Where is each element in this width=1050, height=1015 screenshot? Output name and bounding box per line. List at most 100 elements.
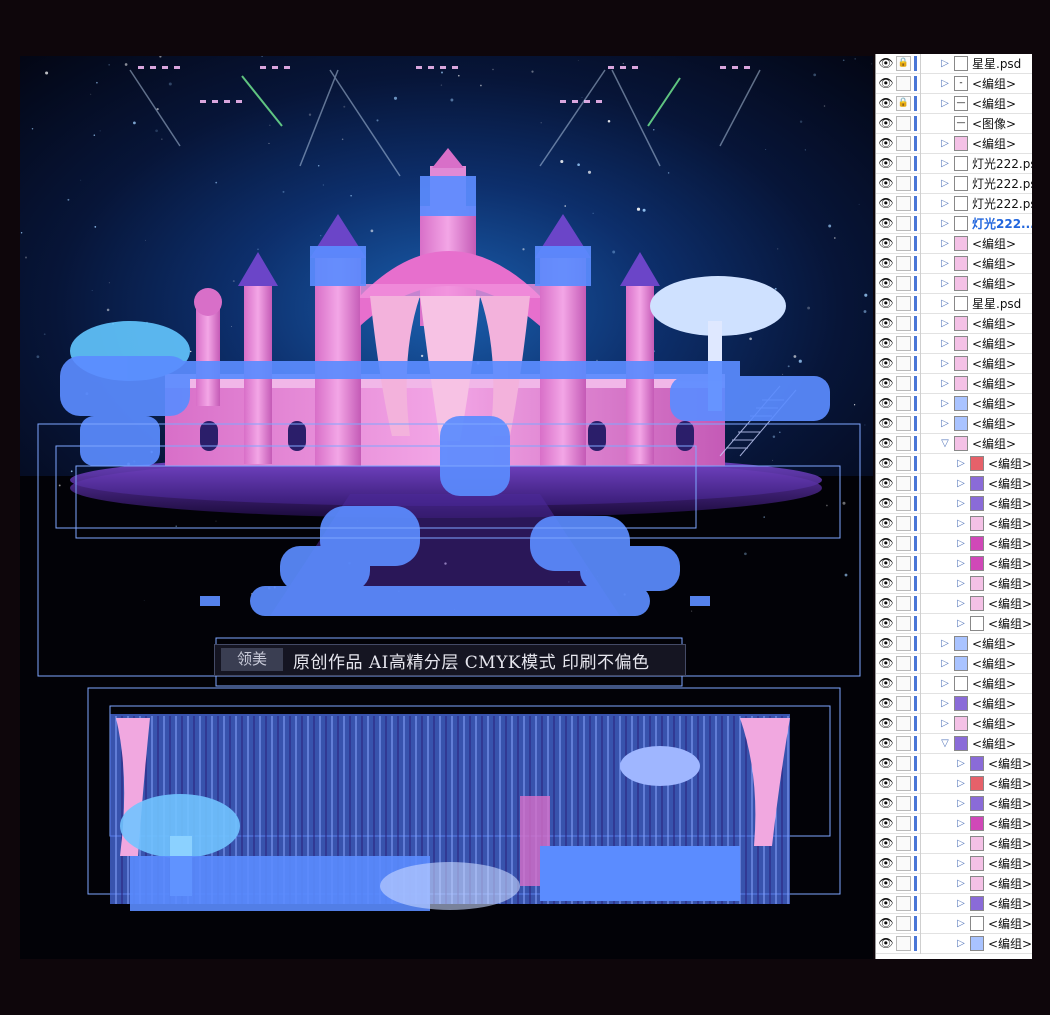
eye-icon[interactable]: 👁 — [878, 96, 894, 111]
lock-toggle[interactable] — [896, 276, 911, 291]
layer-row[interactable]: 👁 ▷ <编组> — [876, 354, 1033, 374]
layer-row[interactable]: 👁 ▷ <编组> — [876, 414, 1033, 434]
eye-icon[interactable]: 👁 — [878, 656, 894, 671]
layer-row[interactable]: 👁 ▷ <编组> — [876, 474, 1033, 494]
lock-icon[interactable]: 🔒 — [896, 96, 911, 111]
disclosure-triangle-icon[interactable]: ▷ — [956, 877, 966, 891]
eye-icon[interactable]: 👁 — [878, 76, 894, 91]
layer-name[interactable]: <编组> — [988, 475, 1032, 493]
layer-name[interactable]: 灯光222.psd — [972, 175, 1033, 193]
layer-row[interactable]: 👁 ▷ 灯光222.psd — [876, 174, 1033, 194]
layer-name[interactable]: <编组> — [988, 895, 1032, 913]
lock-toggle[interactable] — [896, 796, 911, 811]
layer-row[interactable]: 👁 ▷ <编组> — [876, 514, 1033, 534]
layer-row[interactable]: 👁 ▷ <编组> — [876, 914, 1033, 934]
layer-row[interactable]: 👁 ▷ 星星.psd — [876, 294, 1033, 314]
lock-toggle[interactable] — [896, 376, 911, 391]
layer-row[interactable]: 👁 ▷ <编组> — [876, 694, 1033, 714]
stage-artwork[interactable] — [20, 56, 873, 959]
lock-toggle[interactable] — [896, 676, 911, 691]
layer-name[interactable]: <编组> — [988, 595, 1032, 613]
layer-name[interactable]: <编组> — [972, 675, 1016, 693]
lock-toggle[interactable] — [896, 476, 911, 491]
lock-toggle[interactable] — [896, 856, 911, 871]
lock-toggle[interactable] — [896, 436, 911, 451]
disclosure-triangle-icon[interactable]: ▽ — [940, 737, 950, 751]
layer-name[interactable]: <编组> — [988, 535, 1032, 553]
disclosure-triangle-icon[interactable]: ▷ — [940, 257, 950, 271]
eye-icon[interactable]: 👁 — [878, 796, 894, 811]
disclosure-triangle-icon[interactable]: ▷ — [956, 517, 966, 531]
lock-toggle[interactable] — [896, 296, 911, 311]
eye-icon[interactable]: 👁 — [878, 636, 894, 651]
lock-toggle[interactable] — [896, 176, 911, 191]
layer-name[interactable]: 星星.psd — [972, 295, 1021, 313]
eye-icon[interactable]: 👁 — [878, 256, 894, 271]
disclosure-triangle-icon[interactable]: ▷ — [940, 397, 950, 411]
layer-name[interactable]: <编组> — [972, 95, 1016, 113]
disclosure-triangle-icon[interactable]: ▷ — [940, 637, 950, 651]
layer-row[interactable]: 👁 ▷ <编组> — [876, 314, 1033, 334]
layer-name[interactable]: <编组> — [972, 335, 1016, 353]
layer-row[interactable]: 👁 ▷ 灯光222.psd — [876, 194, 1033, 214]
eye-icon[interactable]: 👁 — [878, 356, 894, 371]
layer-name[interactable]: <编组> — [972, 355, 1016, 373]
artboard-canvas[interactable]: 领美 原创作品 AI高精分层 CMYK模式 印刷不偏色 — [20, 56, 873, 959]
eye-icon[interactable]: 👁 — [878, 896, 894, 911]
disclosure-triangle-icon[interactable]: ▷ — [940, 97, 950, 111]
layer-name[interactable]: 星星.psd — [972, 55, 1021, 73]
eye-icon[interactable]: 👁 — [878, 556, 894, 571]
layer-name[interactable]: <编组> — [988, 775, 1032, 793]
layer-name[interactable]: <编组> — [972, 395, 1016, 413]
disclosure-triangle-icon[interactable]: ▷ — [956, 917, 966, 931]
layer-name[interactable]: <编组> — [972, 315, 1016, 333]
layer-row[interactable]: 👁 ▷ <编组> — [876, 134, 1033, 154]
disclosure-triangle-icon[interactable]: ▷ — [956, 797, 966, 811]
disclosure-triangle-icon[interactable]: ▷ — [940, 277, 950, 291]
eye-icon[interactable]: 👁 — [878, 856, 894, 871]
lock-toggle[interactable] — [896, 836, 911, 851]
layer-row[interactable]: 👁 ▷ <编组> — [876, 234, 1033, 254]
layer-row[interactable]: 👁 ▷ <编组> — [876, 934, 1033, 954]
eye-icon[interactable]: 👁 — [878, 336, 894, 351]
layer-row[interactable]: 👁 ▷ <编组> — [876, 794, 1033, 814]
eye-icon[interactable]: 👁 — [878, 396, 894, 411]
layer-row[interactable]: 👁 ▷ <编组> — [876, 634, 1033, 654]
eye-icon[interactable]: 👁 — [878, 376, 894, 391]
layer-row[interactable]: 👁 ▷ <编组> — [876, 534, 1033, 554]
layer-row[interactable]: 👁 ▷ - <编组> — [876, 74, 1033, 94]
layer-name[interactable]: 灯光222... — [972, 215, 1033, 233]
disclosure-triangle-icon[interactable]: ▷ — [940, 317, 950, 331]
disclosure-triangle-icon[interactable]: ▷ — [940, 137, 950, 151]
disclosure-triangle-icon[interactable]: ▷ — [940, 157, 950, 171]
lock-toggle[interactable] — [896, 756, 911, 771]
layer-name[interactable]: <编组> — [972, 695, 1016, 713]
layer-row[interactable]: 👁 ▷ <编组> — [876, 814, 1033, 834]
layer-row[interactable]: 👁 — <图像> — [876, 114, 1033, 134]
eye-icon[interactable]: 👁 — [878, 116, 894, 131]
layer-name[interactable]: <编组> — [988, 495, 1032, 513]
layer-row[interactable]: 👁 ▷ <编组> — [876, 774, 1033, 794]
lock-toggle[interactable] — [896, 396, 911, 411]
disclosure-triangle-icon[interactable]: ▷ — [940, 177, 950, 191]
lock-toggle[interactable] — [896, 336, 911, 351]
lock-toggle[interactable] — [896, 656, 911, 671]
lock-toggle[interactable] — [896, 256, 911, 271]
eye-icon[interactable]: 👁 — [878, 836, 894, 851]
eye-icon[interactable]: 👁 — [878, 416, 894, 431]
lock-toggle[interactable] — [896, 156, 911, 171]
eye-icon[interactable]: 👁 — [878, 276, 894, 291]
disclosure-triangle-icon[interactable]: ▷ — [940, 297, 950, 311]
eye-icon[interactable]: 👁 — [878, 496, 894, 511]
eye-icon[interactable]: 👁 — [878, 616, 894, 631]
layer-name[interactable]: <编组> — [972, 255, 1016, 273]
disclosure-triangle-icon[interactable]: ▷ — [940, 697, 950, 711]
lock-toggle[interactable] — [896, 556, 911, 571]
disclosure-triangle-icon[interactable]: ▷ — [956, 457, 966, 471]
curtain-wall-layout[interactable] — [110, 714, 790, 911]
eye-icon[interactable]: 👁 — [878, 576, 894, 591]
disclosure-triangle-icon[interactable]: ▷ — [940, 77, 950, 91]
lock-toggle[interactable] — [896, 496, 911, 511]
lock-toggle[interactable] — [896, 576, 911, 591]
layer-name[interactable]: <编组> — [972, 75, 1016, 93]
